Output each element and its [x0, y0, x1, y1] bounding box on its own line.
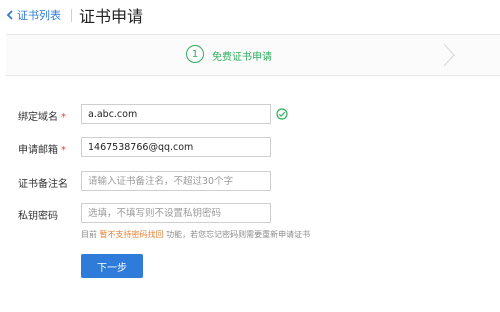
- step-label: 免费证书申请: [212, 52, 272, 63]
- private-key-password-input[interactable]: [81, 203, 271, 223]
- required-mark: *: [61, 112, 66, 123]
- domain-label: 绑定域名 *: [18, 108, 66, 123]
- cert-apply-page: 证书列表 证书申请 1 免费证书申请 绑定域名* 申请邮箱* 证书备注名 私钥密…: [0, 0, 500, 312]
- chevron-right-icon: [443, 43, 455, 67]
- email-label-text: 申请邮箱: [18, 145, 58, 156]
- check-circle-icon: [276, 108, 288, 120]
- password-hint: 目前 暂不支持密码找回 功能，若您忘记密码则需要重新申请证书: [81, 229, 310, 240]
- password-row: 私钥密码: [0, 203, 500, 225]
- chevron-left-icon: [6, 10, 13, 20]
- required-mark: *: [61, 145, 66, 156]
- domain-row: 绑定域名 *: [0, 104, 500, 126]
- next-step-button[interactable]: 下一步: [81, 254, 143, 278]
- email-input[interactable]: [81, 137, 271, 157]
- hint-suffix: 功能，若您忘记密码则需要重新申请证书: [166, 230, 311, 239]
- header: 证书列表 证书申请: [0, 0, 500, 32]
- remark-input[interactable]: [81, 171, 271, 191]
- email-label: 申请邮箱 *: [18, 141, 66, 156]
- hint-prefix: 目前: [81, 230, 97, 239]
- header-divider: [71, 9, 72, 22]
- back-to-cert-list-link[interactable]: 证书列表: [6, 5, 61, 25]
- hint-warning: 暂不支持密码找回: [99, 230, 164, 239]
- password-label: 私钥密码: [18, 211, 58, 222]
- email-row: 申请邮箱 *: [0, 137, 500, 159]
- remark-row: 证书备注名: [0, 171, 500, 193]
- domain-input[interactable]: [81, 104, 271, 124]
- step-bar: 1 免费证书申请: [6, 34, 500, 76]
- domain-label-text: 绑定域名: [18, 112, 58, 123]
- back-link-label: 证书列表: [17, 9, 61, 22]
- step-number-badge: 1: [186, 45, 204, 63]
- remark-label: 证书备注名: [18, 179, 68, 190]
- page-title: 证书申请: [79, 7, 144, 26]
